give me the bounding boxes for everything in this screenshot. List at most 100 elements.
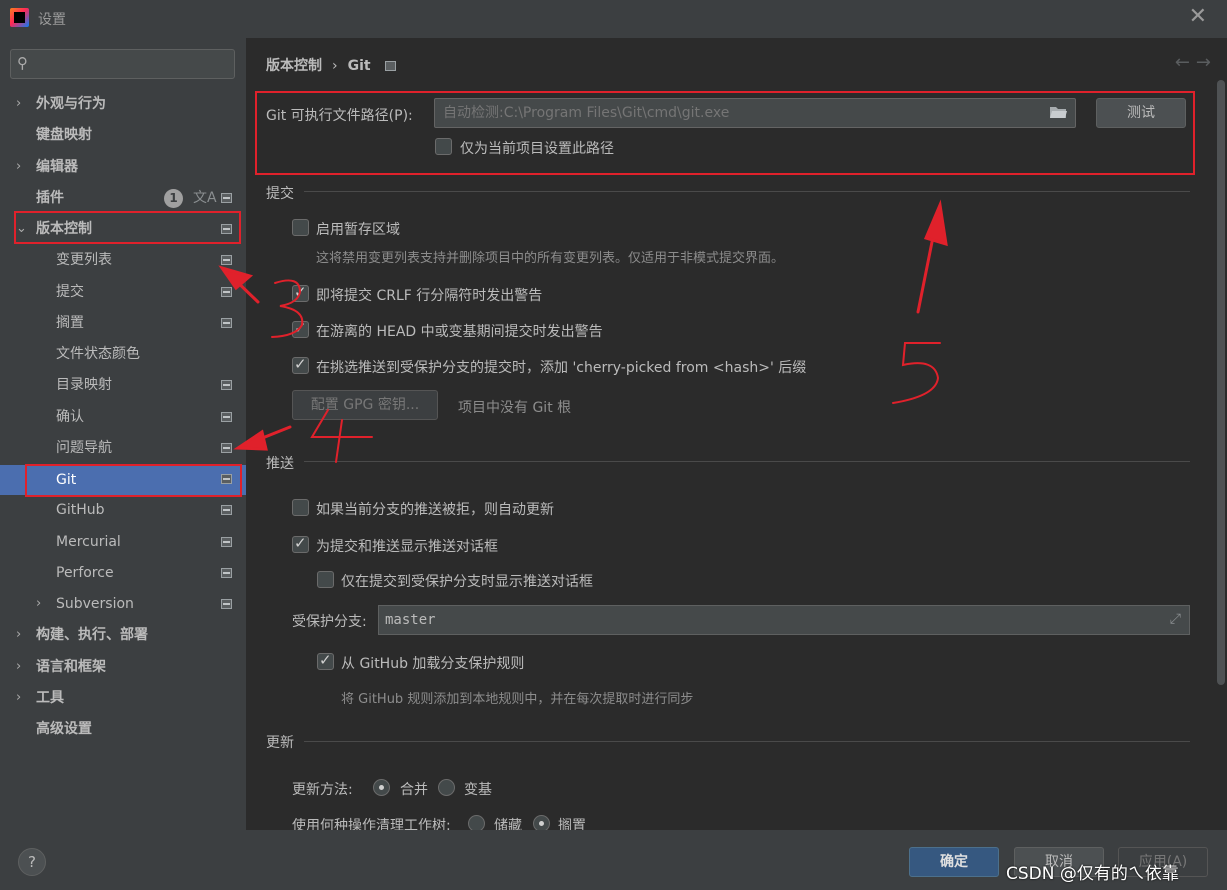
sidebar-item-tools[interactable]: › 工具 [0,684,246,712]
chevron-right-icon: › [16,159,22,174]
github-rules-checkbox[interactable] [317,651,334,670]
settings-content-panel: 版本控制 › Git ←→ Git 可执行文件路径(P): 测试 仅为当前项目设置此… [246,38,1227,834]
sidebar-item-file-status-colors[interactable]: 文件状态颜色 [0,340,246,368]
protected-only-label: 仅在提交到受保护分支时显示推送对话框 [341,574,593,590]
project-level-icon [221,318,232,328]
sidebar-item-perforce[interactable]: Perforce [0,559,246,587]
folder-open-icon[interactable] [1049,105,1067,119]
section-divider [304,741,1190,742]
sidebar-item-editor[interactable]: › 编辑器 [0,153,246,181]
protected-only-checkbox[interactable] [317,571,334,588]
github-rules-label: 从 GitHub 加载分支保护规则 [341,656,525,672]
sidebar-item-advanced[interactable]: 高级设置 [0,715,246,743]
expand-icon[interactable]: ⤢ [1170,611,1181,627]
project-level-icon [221,412,232,422]
configure-gpg-button[interactable]: 配置 GPG 密钥... [292,390,438,420]
sidebar-item-mercurial[interactable]: Mercurial [0,528,246,556]
dialog-footer: ? 确定 取消 应用(A) CSDN @仅有的ㄟ依靠 [0,830,1227,890]
project-level-icon [384,61,396,71]
settings-sidebar: ⚲ › 外观与行为 键盘映射 › 编辑器 插件 1 文A ⌄ 版本控制 变更列表… [0,38,246,830]
project-level-icon [221,255,232,265]
project-level-icon [221,380,232,390]
project-only-label: 仅为当前项目设置此路径 [460,141,614,157]
window-title: 设置 [38,12,66,28]
ok-button[interactable]: 确定 [909,847,999,877]
auto-update-checkbox[interactable] [292,499,309,516]
breadcrumb: 版本控制 › Git [266,55,396,75]
push-dialog-checkbox[interactable] [292,534,309,553]
project-only-checkbox[interactable] [435,138,452,155]
rebase-label: 变基 [464,782,492,798]
protected-branches-field[interactable]: ⤢ [378,605,1190,635]
section-divider [304,461,1190,462]
search-icon: ⚲ [17,54,28,72]
vertical-scrollbar[interactable] [1217,80,1225,685]
crlf-checkbox[interactable] [292,283,309,302]
project-level-icon [221,505,232,515]
nav-arrows: ←→ [1175,52,1217,73]
sidebar-item-build[interactable]: › 构建、执行、部署 [0,621,246,649]
sidebar-item-confirmation[interactable]: 确认 [0,403,246,431]
cherry-pick-checkbox[interactable] [292,355,309,374]
annotation-box-git [25,464,242,497]
chevron-right-icon: › [16,96,22,111]
github-rules-hint: 将 GitHub 规则添加到本地规则中，并在每次提取时进行同步 [341,692,694,707]
chevron-right-icon: › [16,627,22,642]
push-section-title: 推送 [266,456,294,472]
breadcrumb-parent[interactable]: 版本控制 [266,58,322,74]
sidebar-item-plugins[interactable]: 插件 1 文A [0,184,246,212]
intellij-logo-icon [10,8,29,27]
sidebar-item-changelists[interactable]: 变更列表 [0,246,246,274]
git-path-input[interactable] [443,103,1043,123]
sidebar-item-shelf[interactable]: 搁置 [0,309,246,337]
forward-arrow-icon[interactable]: → [1196,52,1217,73]
search-input[interactable] [45,53,225,75]
project-level-icon [221,537,232,547]
close-icon[interactable]: ✕ [1189,6,1207,28]
update-count-badge: 1 [164,189,183,208]
section-divider [304,191,1190,192]
detached-head-label: 在游离的 HEAD 中或变基期间提交时发出警告 [316,324,603,340]
chevron-right-icon: › [36,596,42,611]
sidebar-item-issue-navigation[interactable]: 问题导航 [0,434,246,462]
gpg-hint: 项目中没有 Git 根 [458,400,572,416]
staging-label: 启用暂存区域 [316,222,400,238]
chevron-right-icon: › [16,659,22,674]
merge-radio[interactable] [373,779,390,796]
annotation-box-version-control [14,211,241,244]
sidebar-item-languages[interactable]: › 语言和框架 [0,653,246,681]
detached-head-checkbox[interactable] [292,319,309,338]
staging-hint: 这将禁用变更列表支持并删除项目中的所有变更列表。仅适用于非模式提交界面。 [316,251,785,266]
sidebar-item-keymap[interactable]: 键盘映射 [0,121,246,149]
translate-icon: 文A [193,190,217,206]
git-path-label: Git 可执行文件路径(P): [266,108,413,124]
cherry-pick-label: 在挑选推送到受保护分支的提交时，添加 'cherry-picked from <… [316,360,807,376]
breadcrumb-separator: › [332,58,338,74]
project-level-icon [221,443,232,453]
project-level-icon [221,599,232,609]
project-level-icon [221,193,232,203]
sidebar-item-github[interactable]: GitHub [0,496,246,524]
back-arrow-icon[interactable]: ← [1175,52,1196,73]
protected-branches-input[interactable] [385,610,1145,630]
settings-search[interactable]: ⚲ [10,49,235,79]
chevron-right-icon: › [16,690,22,705]
csdn-watermark: CSDN @仅有的ㄟ依靠 [1006,864,1179,884]
push-dialog-label: 为提交和推送显示推送对话框 [316,539,498,555]
project-level-icon [221,287,232,297]
title-bar: 设置 ✕ [0,0,1227,38]
auto-update-label: 如果当前分支的推送被拒，则自动更新 [316,502,554,518]
update-section-title: 更新 [266,735,294,751]
git-path-field[interactable] [434,98,1076,128]
sidebar-item-commit[interactable]: 提交 [0,278,246,306]
project-level-icon [221,568,232,578]
help-button[interactable]: ? [18,848,46,876]
staging-checkbox[interactable] [292,219,309,236]
sidebar-item-subversion[interactable]: › Subversion [0,590,246,618]
rebase-radio[interactable] [438,779,455,796]
sidebar-item-directory-mappings[interactable]: 目录映射 [0,371,246,399]
test-button[interactable]: 测试 [1096,98,1186,128]
sidebar-item-appearance[interactable]: › 外观与行为 [0,90,246,118]
protected-branches-label: 受保护分支: [292,614,367,630]
update-method-label: 更新方法: [292,782,353,798]
